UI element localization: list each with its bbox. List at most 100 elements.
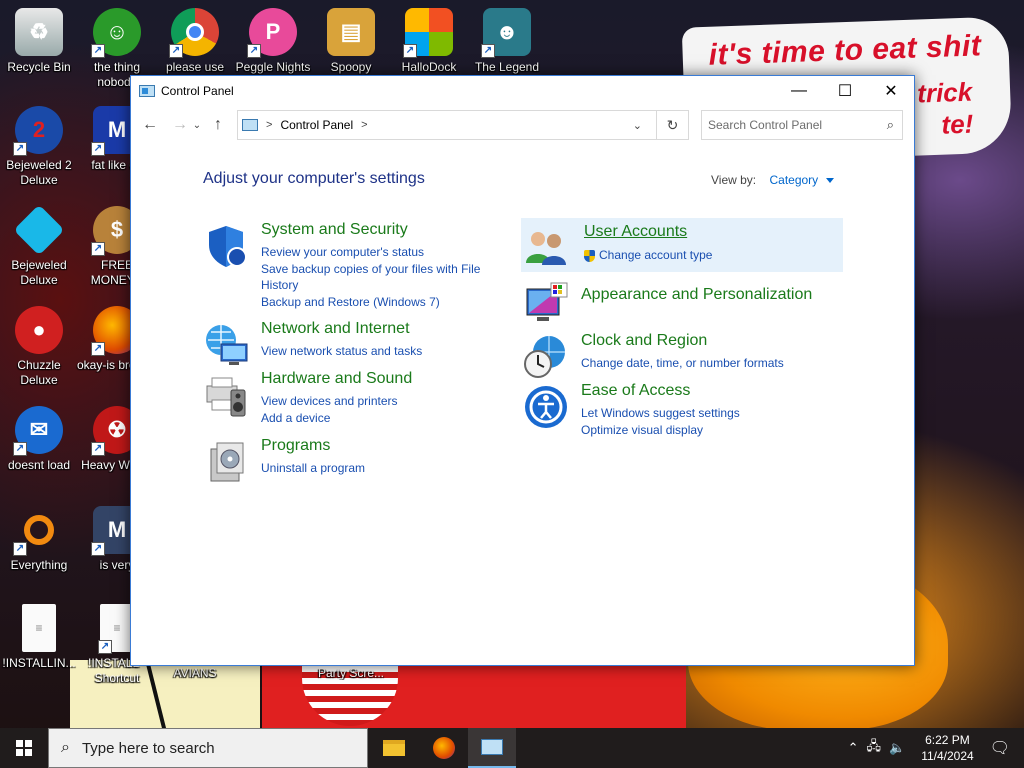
desktop-icon-label: !INSTALLIN... (2, 656, 76, 670)
address-dropdown-chevron-icon[interactable]: ⌄ (633, 119, 642, 132)
dropdown-caret-icon[interactable] (825, 178, 834, 184)
windows-shield-icon: ↗ (403, 8, 453, 58)
control-panel-icon (242, 119, 258, 131)
control-panel-icon (139, 84, 155, 97)
taskbar-control-panel[interactable] (468, 728, 516, 768)
users-icon[interactable] (523, 223, 569, 269)
desktop-icon-doesnt-load[interactable]: ✉ ↗ doesnt load (0, 400, 78, 490)
monitor-palette-icon[interactable] (523, 281, 569, 327)
desktop-icon-label: HalloDock (401, 60, 457, 74)
category-hardware-sound: Hardware and Sound View devices and prin… (203, 370, 503, 430)
category-title[interactable]: System and Security (261, 221, 408, 239)
link-backup-restore[interactable]: Backup and Restore (Windows 7) (261, 294, 491, 310)
recycle-bin-icon: ♻ (15, 8, 63, 56)
desktop-icon-chuzzle[interactable]: ● Chuzzle Deluxe (0, 300, 78, 390)
everything-search-icon: ↗ (13, 506, 63, 556)
chuzzle-icon: ● (15, 306, 63, 354)
view-by-control: View by: Category (711, 173, 834, 187)
firefox-icon (433, 737, 455, 759)
desktop-icon-label: Bejeweled Deluxe (11, 258, 67, 287)
taskbar-file-explorer[interactable] (370, 728, 418, 768)
desktop-icon-label: please use (165, 60, 225, 74)
network-globe-icon[interactable] (203, 322, 249, 368)
desktop-icon-bejeweled[interactable]: Bejeweled Deluxe (0, 200, 78, 290)
desktop-icon-label: AVIANS (173, 666, 217, 680)
programs-box-icon[interactable] (203, 439, 249, 485)
close-button[interactable]: ✕ (868, 76, 914, 105)
clock-globe-icon[interactable] (523, 334, 569, 380)
link-add-device[interactable]: Add a device (261, 410, 491, 426)
category-title[interactable]: Clock and Region (581, 332, 707, 350)
desktop-icon-label: Spoopy (330, 60, 372, 74)
taskbar-search-placeholder: Type here to search (81, 739, 215, 757)
category-title[interactable]: Appearance and Personalization (581, 286, 812, 304)
back-arrow-icon[interactable]: ← (139, 114, 161, 136)
category-title[interactable]: Ease of Access (581, 382, 690, 400)
ease-of-access-icon[interactable] (523, 384, 569, 430)
link-devices-printers[interactable]: View devices and printers (261, 393, 491, 409)
text-file-icon: ≡ (22, 604, 56, 652)
shield-icon[interactable] (203, 223, 249, 269)
link-network-status[interactable]: View network status and tasks (261, 343, 491, 359)
link-review-status[interactable]: Review your computer's status (261, 244, 491, 260)
clock-date: 11/4/2024 (921, 749, 974, 763)
link-optimize-display[interactable]: Optimize visual display (581, 422, 811, 438)
desktop-icon-label: Recycle Bin (7, 60, 71, 74)
maximize-button[interactable]: ☐ (822, 76, 868, 105)
breadcrumb-control-panel[interactable]: Control Panel (280, 118, 353, 132)
page-heading: Adjust your computer's settings (203, 170, 425, 187)
up-arrow-icon[interactable]: ↑ (207, 114, 229, 136)
folder-icon: ▤ (327, 8, 375, 56)
clock[interactable]: 6:22 PM 11/4/2024 (921, 732, 974, 764)
search-box[interactable]: ⌕ (701, 110, 903, 140)
desktop-icon-label: The Legend (474, 60, 540, 74)
taskbar-firefox[interactable] (420, 728, 468, 768)
link-change-account-type[interactable]: Change account type (584, 247, 814, 263)
title-bar[interactable]: Control Panel — ☐ ✕ (131, 76, 914, 105)
show-hidden-icons-chevron-icon[interactable]: ⌃ (848, 740, 859, 756)
network-icon[interactable]: 🖧 (867, 737, 882, 759)
minimize-button[interactable]: — (776, 76, 822, 105)
link-date-time-formats[interactable]: Change date, time, or number formats (581, 355, 811, 371)
volume-icon[interactable]: 🔈 (889, 740, 905, 756)
view-by-dropdown[interactable]: Category (769, 173, 818, 187)
category-title[interactable]: Hardware and Sound (261, 370, 412, 388)
category-ease-of-access: Ease of Access Let Windows suggest setti… (523, 382, 823, 442)
start-button[interactable] (0, 728, 48, 768)
desktop-icon-label: doesnt load (7, 458, 71, 472)
thunderbird-icon: ✉ ↗ (13, 406, 63, 456)
link-uninstall-program[interactable]: Uninstall a program (261, 460, 491, 476)
link-suggest-settings[interactable]: Let Windows suggest settings (581, 405, 811, 421)
category-title[interactable]: Programs (261, 437, 330, 455)
forward-arrow-icon[interactable]: → (169, 114, 191, 136)
desktop-icon-installing[interactable]: ≡ !INSTALLIN... (0, 598, 78, 688)
desktop-icon-label: Peggle Nights (235, 60, 311, 74)
messenger-icon: ☺ ↗ (91, 8, 141, 58)
desktop-icon-label: Everything (10, 558, 68, 572)
printer-speaker-icon[interactable] (203, 372, 249, 418)
desktop-icon-bejeweled-2[interactable]: 2 ↗ Bejeweled 2 Deluxe (0, 100, 78, 190)
taskbar-search[interactable]: ⌕ Type here to search (48, 728, 368, 768)
recent-locations-chevron-icon[interactable]: ⌄ (191, 114, 203, 136)
banner-text-1: it's time to eat shit (708, 29, 982, 72)
main-content: Adjust your computer's settings View by:… (131, 145, 914, 665)
notification-center-icon[interactable]: 🗨 (990, 738, 1010, 758)
address-bar[interactable]: > Control Panel > ⌄ ↻ (237, 110, 689, 140)
breadcrumb-chevron-icon[interactable]: > (361, 119, 367, 131)
refresh-icon[interactable]: ↻ (656, 111, 688, 139)
link-file-history[interactable]: Save backup copies of your files with Fi… (261, 261, 491, 293)
search-input[interactable] (708, 118, 878, 132)
desktop-icon-recycle-bin[interactable]: ♻ Recycle Bin (0, 2, 78, 92)
category-title[interactable]: Network and Internet (261, 320, 410, 338)
control-panel-window: Control Panel — ☐ ✕ ← → ⌄ ↑ > Control Pa… (130, 75, 915, 666)
windows-logo-icon (16, 740, 32, 756)
text-file-shortcut-icon: ≡ ↗ (98, 604, 134, 654)
taskbar: ⌕ Type here to search ⌃ 🖧 🔈 6:22 PM 11/4… (0, 728, 1024, 768)
desktop-icon-everything[interactable]: ↗ Everything (0, 500, 78, 590)
clock-time: 6:22 PM (925, 733, 970, 747)
desktop-icon-label: Chuzzle Deluxe (17, 358, 61, 387)
search-icon: ⌕ (886, 117, 894, 132)
category-title[interactable]: User Accounts (584, 223, 687, 241)
uac-shield-icon (584, 249, 595, 262)
chrome-icon: ↗ (169, 8, 219, 58)
